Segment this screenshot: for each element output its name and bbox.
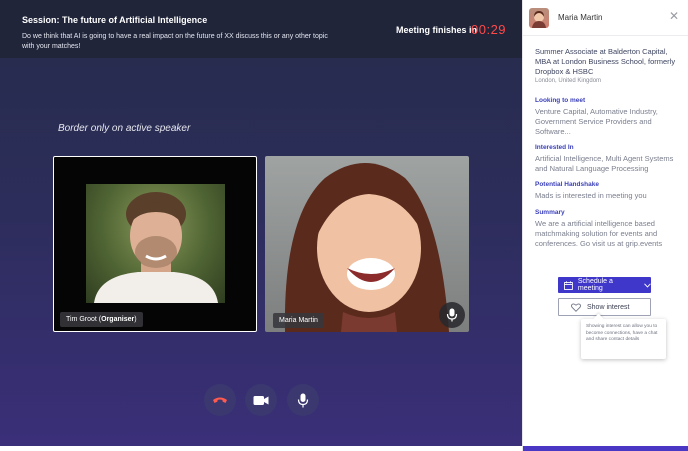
profile-name: Maria Martin [558, 13, 603, 22]
tile-microphone-button[interactable] [439, 302, 465, 328]
session-title: Session: The future of Artificial Intell… [22, 15, 208, 25]
close-icon[interactable]: ✕ [669, 9, 679, 23]
profile-header: Maria Martin ✕ [523, 0, 688, 36]
show-interest-tooltip: Showing interest can allow you to become… [581, 319, 666, 359]
section-interested-in: Interested In Artificial Intelligence, M… [535, 144, 683, 174]
chevron-down-icon [644, 283, 651, 288]
video-tile-tim-groot[interactable]: Tim Groot (Organiser) [53, 156, 257, 332]
avatar [529, 8, 549, 28]
schedule-meeting-label: Schedule a meeting [577, 278, 613, 292]
section-body: Mads is interested in meeting you [535, 191, 647, 200]
participant-label-tim-groot: Tim Groot (Organiser) [60, 312, 143, 327]
calendar-icon [564, 280, 573, 290]
section-heading: Interested In [535, 144, 574, 151]
video-tile-maria-martin[interactable]: Maria Martin [265, 156, 469, 332]
toggle-video-button[interactable] [245, 384, 277, 416]
heart-icon [571, 302, 581, 312]
participant-name: Tim Groot [66, 316, 97, 323]
section-potential-handshake: Potential Handshake Mads is interested i… [535, 181, 683, 201]
show-interest-label: Show interest [587, 303, 630, 311]
profile-location: London, United Kingdom [535, 78, 602, 84]
participant-role: Organiser [101, 316, 135, 323]
section-heading: Looking to meet [535, 97, 586, 104]
section-heading: Potential Handshake [535, 181, 599, 188]
hang-up-icon [213, 397, 227, 403]
session-header: Session: The future of Artificial Intell… [0, 0, 522, 58]
video-camera-icon [253, 395, 269, 405]
profile-job-title: Summer Associate at Balderton Capital, M… [535, 47, 676, 76]
schedule-meeting-button[interactable]: Schedule a meeting [558, 277, 651, 293]
hang-up-button[interactable] [204, 384, 236, 416]
participant-label-maria-martin: Maria Martin [273, 313, 324, 328]
countdown-timer: 00:29 [471, 22, 507, 37]
section-body: Venture Capital, Automative Industry, Go… [535, 107, 658, 136]
meeting-finish-label: Meeting finishes in [396, 25, 478, 35]
active-speaker-caption: Border only on active speaker [58, 123, 191, 134]
section-body: Artificial Intelligence, Multi Agent Sys… [535, 154, 674, 173]
session-description: Do we think that AI is going to have a r… [22, 33, 328, 50]
show-interest-button[interactable]: Show interest [558, 298, 651, 316]
section-heading: Summary [535, 209, 565, 216]
toggle-microphone-button[interactable] [287, 384, 319, 416]
section-body: We are a artificial intelligence based m… [535, 219, 663, 248]
participant-video-tim-groot [86, 184, 225, 303]
section-looking-to-meet: Looking to meet Venture Capital, Automat… [535, 97, 683, 137]
profile-panel: Maria Martin ✕ Summer Associate at Balde… [522, 0, 688, 451]
microphone-icon [297, 393, 309, 407]
section-summary: Summary We are a artificial intelligence… [535, 209, 683, 249]
panel-bottom-border [523, 446, 688, 451]
microphone-icon [446, 308, 458, 322]
video-stage: Session: The future of Artificial Intell… [0, 0, 522, 446]
participant-video-maria-martin [265, 156, 469, 332]
